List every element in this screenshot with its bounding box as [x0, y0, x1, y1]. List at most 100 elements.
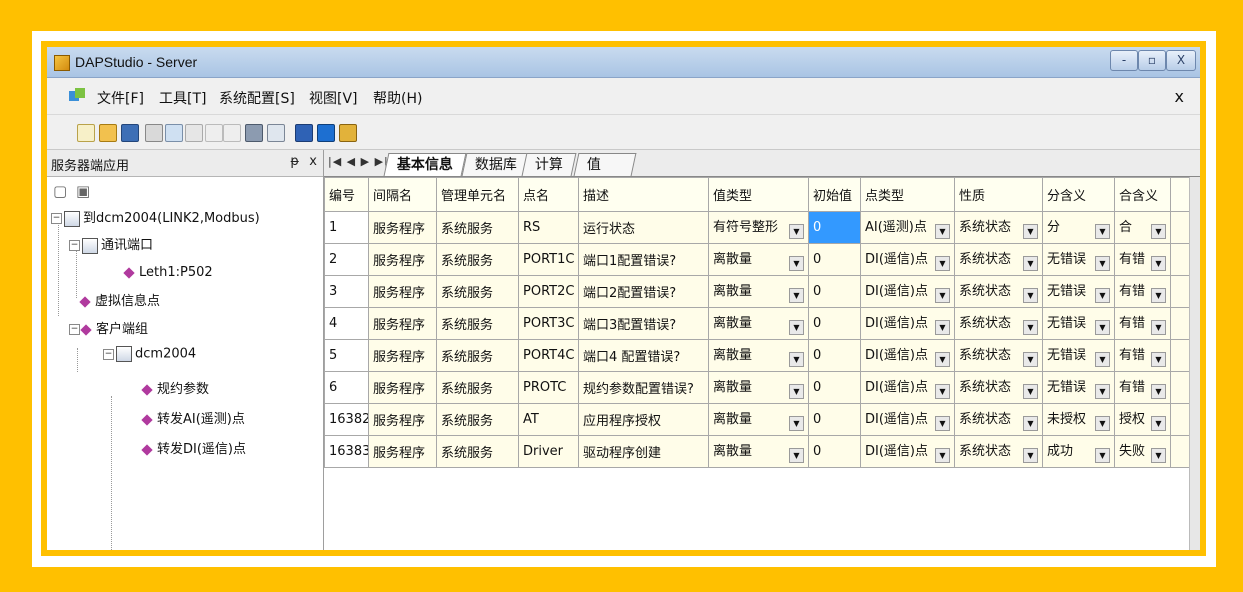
tab-basic-info[interactable]: 基本信息 [383, 153, 467, 176]
dropdown-arrow-icon[interactable]: ▼ [789, 288, 804, 303]
table-row[interactable]: 3 服务程序 系统服务 PORT2C 端口2配置错误? 离散量 ▼ 0 DI(遥信)点 ▼ 系统状态… [324, 275, 1200, 308]
table-cell[interactable]: RS [518, 211, 579, 244]
dropdown-arrow-icon[interactable]: ▼ [1151, 256, 1166, 271]
properties-icon[interactable] [295, 124, 313, 142]
dropdown-arrow-icon[interactable]: ▼ [1151, 224, 1166, 239]
tree-node-protocol-params[interactable]: 规约参数 [141, 378, 209, 397]
col-header[interactable]: 合含义 [1114, 177, 1171, 212]
table-cell[interactable]: 系统状态 ▼ [954, 403, 1043, 436]
table-cell[interactable]: 离散量 ▼ [708, 339, 809, 372]
dropdown-arrow-icon[interactable]: ▼ [1023, 256, 1038, 271]
table-cell[interactable]: 系统状态 ▼ [954, 339, 1043, 372]
dropdown-arrow-icon[interactable]: ▼ [789, 352, 804, 367]
vertical-scrollbar[interactable] [1189, 177, 1200, 550]
dropdown-arrow-icon[interactable]: ▼ [1151, 384, 1166, 399]
table-cell[interactable]: 失败 ▼ [1114, 435, 1171, 468]
download-icon[interactable] [317, 124, 335, 142]
table-cell[interactable]: 服务程序 [368, 403, 437, 436]
tab-value[interactable]: 值 [573, 153, 637, 176]
table-cell[interactable]: 有符号整形 ▼ [708, 211, 809, 244]
dropdown-arrow-icon[interactable]: ▼ [1023, 416, 1038, 431]
dropdown-arrow-icon[interactable]: ▼ [1023, 224, 1038, 239]
table-cell[interactable]: 5 [324, 339, 369, 372]
delete-node-icon[interactable]: ▣ [76, 182, 90, 200]
dropdown-arrow-icon[interactable]: ▼ [1095, 352, 1110, 367]
dropdown-arrow-icon[interactable]: ▼ [789, 416, 804, 431]
dropdown-arrow-icon[interactable]: ▼ [935, 416, 950, 431]
table-cell[interactable]: 系统状态 ▼ [954, 243, 1043, 276]
table-cell[interactable]: 分 ▼ [1042, 211, 1115, 244]
dropdown-arrow-icon[interactable]: ▼ [1023, 352, 1038, 367]
col-header[interactable]: 管理单元名 [436, 177, 519, 212]
redo-icon[interactable] [223, 124, 241, 142]
table-cell[interactable]: 合 ▼ [1114, 211, 1171, 244]
table-cell[interactable]: DI(遥信)点 ▼ [860, 275, 955, 308]
table-cell[interactable]: 有错 ▼ [1114, 371, 1171, 404]
dropdown-arrow-icon[interactable]: ▼ [935, 256, 950, 271]
table-cell[interactable]: 0 [808, 435, 861, 468]
collapse-icon[interactable]: − [69, 240, 80, 251]
table-cell[interactable]: 离散量 ▼ [708, 435, 809, 468]
table-cell[interactable]: 系统服务 [436, 307, 519, 340]
table-cell[interactable]: 端口1配置错误? [578, 243, 709, 276]
table-cell[interactable]: DI(遥信)点 ▼ [860, 243, 955, 276]
table-cell[interactable]: 应用程序授权 [578, 403, 709, 436]
tree-node-comm-port[interactable]: − 通讯端口 [69, 234, 153, 254]
table-cell[interactable]: Driver [518, 435, 579, 468]
dropdown-arrow-icon[interactable]: ▼ [789, 448, 804, 463]
save-icon[interactable] [121, 124, 139, 142]
dropdown-arrow-icon[interactable]: ▼ [1151, 320, 1166, 335]
tab-database[interactable]: 数据库 [461, 153, 531, 176]
tree-node-fwd-ai[interactable]: 转发AI(遥测)点 [141, 408, 245, 427]
dropdown-arrow-icon[interactable]: ▼ [1095, 384, 1110, 399]
dropdown-arrow-icon[interactable]: ▼ [1151, 416, 1166, 431]
dropdown-arrow-icon[interactable]: ▼ [1023, 384, 1038, 399]
col-header[interactable]: 性质 [954, 177, 1043, 212]
table-cell[interactable]: PORT2C [518, 275, 579, 308]
table-cell[interactable]: 系统服务 [436, 371, 519, 404]
table-row[interactable]: 16382 服务程序 系统服务 AT 应用程序授权 离散量 ▼ 0 DI(遥信)点 ▼ 系统状态 ▼ 未… [324, 403, 1200, 436]
dropdown-arrow-icon[interactable]: ▼ [1095, 224, 1110, 239]
table-cell[interactable]: 0 [808, 339, 861, 372]
table-cell[interactable]: 成功 ▼ [1042, 435, 1115, 468]
table-cell[interactable]: PORT1C [518, 243, 579, 276]
table-cell[interactable]: 离散量 ▼ [708, 243, 809, 276]
dropdown-arrow-icon[interactable]: ▼ [1095, 320, 1110, 335]
table-cell[interactable]: 无错误 ▼ [1042, 307, 1115, 340]
new-node-icon[interactable]: ▢ [53, 182, 67, 200]
table-cell[interactable]: 离散量 ▼ [708, 307, 809, 340]
table-row[interactable]: 4 服务程序 系统服务 PORT3C 端口3配置错误? 离散量 ▼ 0 DI(遥信)点 ▼ 系统状态… [324, 307, 1200, 340]
table-cell[interactable]: 3 [324, 275, 369, 308]
table-cell[interactable]: AT [518, 403, 579, 436]
print-preview-icon[interactable] [267, 124, 285, 142]
table-cell[interactable]: 系统状态 ▼ [954, 307, 1043, 340]
col-header[interactable]: 点名 [518, 177, 579, 212]
col-header[interactable]: 描述 [578, 177, 709, 212]
dropdown-arrow-icon[interactable]: ▼ [935, 224, 950, 239]
col-header[interactable]: 初始值 [808, 177, 861, 212]
dropdown-arrow-icon[interactable]: ▼ [1095, 288, 1110, 303]
dropdown-arrow-icon[interactable]: ▼ [1151, 352, 1166, 367]
table-cell[interactable]: 服务程序 [368, 435, 437, 468]
collapse-icon[interactable]: − [69, 324, 80, 335]
col-header[interactable]: 分含义 [1042, 177, 1115, 212]
table-cell[interactable]: 服务程序 [368, 275, 437, 308]
table-cell[interactable]: 16382 [324, 403, 369, 436]
tree-node-eth[interactable]: Leth1:P502 [123, 265, 213, 280]
table-cell[interactable]: 服务程序 [368, 243, 437, 276]
menu-file[interactable]: 文件[F] [97, 88, 144, 108]
dropdown-arrow-icon[interactable]: ▼ [789, 256, 804, 271]
table-cell[interactable]: 系统服务 [436, 275, 519, 308]
mdi-close-button[interactable]: x [1175, 87, 1184, 106]
new-icon[interactable] [77, 124, 95, 142]
tree-node-client-group[interactable]: − 客户端组 [69, 318, 148, 337]
table-cell[interactable]: 系统服务 [436, 435, 519, 468]
table-cell[interactable]: 无错误 ▼ [1042, 243, 1115, 276]
dropdown-arrow-icon[interactable]: ▼ [789, 224, 804, 239]
table-cell[interactable]: 0 [808, 243, 861, 276]
undo-icon[interactable] [205, 124, 223, 142]
table-cell[interactable]: 运行状态 [578, 211, 709, 244]
copy-icon[interactable] [165, 124, 183, 142]
table-cell[interactable]: 0 [808, 371, 861, 404]
table-cell[interactable]: 端口3配置错误? [578, 307, 709, 340]
